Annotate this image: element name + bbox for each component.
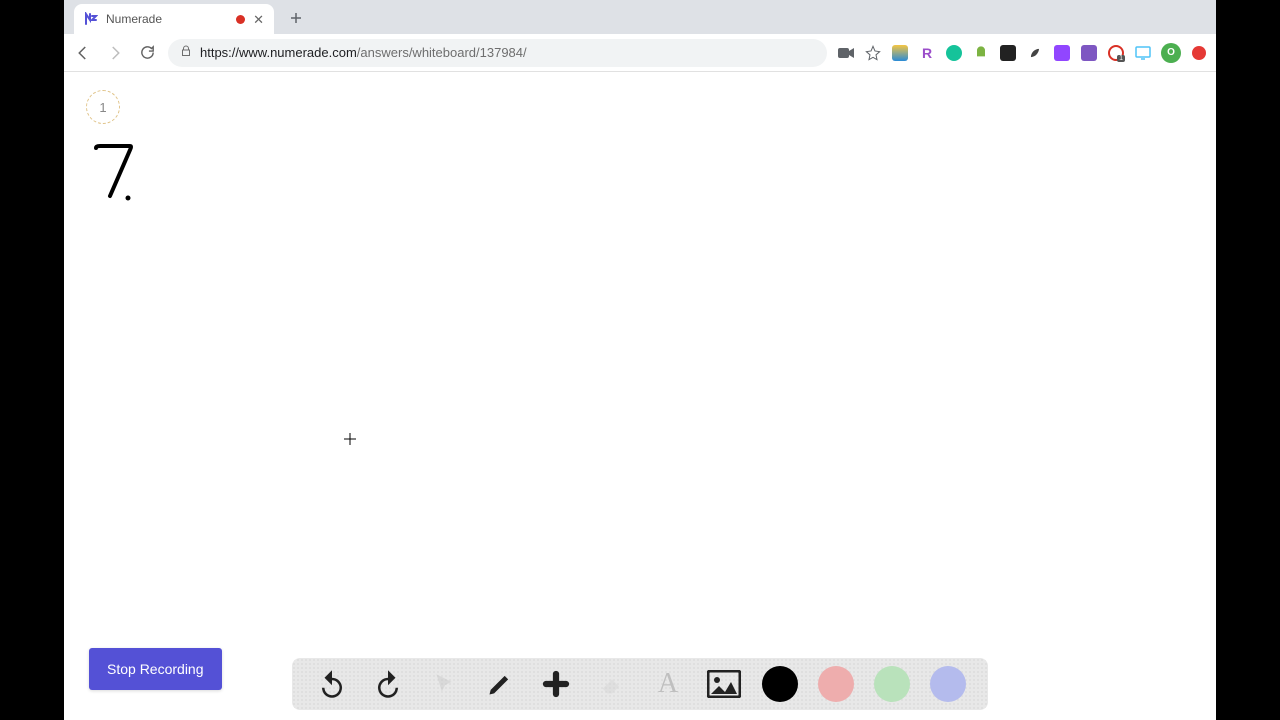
extension-r-icon[interactable]: R	[918, 44, 936, 62]
redo-button[interactable]	[370, 666, 406, 702]
undo-button[interactable]	[314, 666, 350, 702]
extension-1-icon[interactable]	[891, 44, 909, 62]
tab-strip: Numerade ✕	[64, 0, 1216, 34]
extension-purple-icon[interactable]	[1080, 44, 1098, 62]
page-number-badge[interactable]: 1	[86, 90, 120, 124]
lock-icon	[180, 45, 192, 60]
extension-grammarly-icon[interactable]	[945, 44, 963, 62]
whiteboard-canvas[interactable]: 1 Stop Recording	[64, 72, 1216, 720]
extension-shield-icon[interactable]: 1	[1107, 44, 1125, 62]
color-red[interactable]	[818, 666, 854, 702]
color-blue[interactable]	[930, 666, 966, 702]
recording-indicator-icon	[236, 15, 245, 24]
bookmark-star-icon[interactable]	[864, 44, 882, 62]
add-tool[interactable]	[538, 666, 574, 702]
eraser-tool[interactable]	[594, 666, 630, 702]
url-host: https://www.numerade.com	[200, 45, 357, 60]
extension-android-icon[interactable]	[972, 44, 990, 62]
forward-button[interactable]	[104, 42, 126, 64]
color-black[interactable]	[762, 666, 798, 702]
stop-recording-label: Stop Recording	[107, 661, 204, 677]
numerade-favicon-icon	[84, 12, 98, 26]
reload-button[interactable]	[136, 42, 158, 64]
extension-rocket-icon[interactable]	[1026, 44, 1044, 62]
extension-monitor-icon[interactable]	[1134, 44, 1152, 62]
toolbar-actions: R 1 O	[837, 43, 1208, 63]
text-tool-icon: A	[658, 668, 678, 700]
profile-avatar[interactable]: O	[1161, 43, 1181, 63]
pen-tool[interactable]	[482, 666, 518, 702]
camera-icon[interactable]	[837, 44, 855, 62]
page-number: 1	[99, 100, 106, 115]
address-bar[interactable]: https://www.numerade.com/answers/whitebo…	[168, 39, 827, 67]
image-tool[interactable]	[706, 666, 742, 702]
stop-recording-button[interactable]: Stop Recording	[89, 648, 222, 690]
pointer-tool[interactable]	[426, 666, 462, 702]
browser-toolbar: https://www.numerade.com/answers/whitebo…	[64, 34, 1216, 72]
handwriting-stroke	[90, 140, 150, 215]
url-path: /answers/whiteboard/137984/	[357, 45, 527, 60]
tab-title: Numerade	[106, 12, 228, 26]
color-green[interactable]	[874, 666, 910, 702]
close-tab-icon[interactable]: ✕	[253, 13, 264, 26]
browser-tab[interactable]: Numerade ✕	[74, 4, 274, 34]
url-text: https://www.numerade.com/answers/whitebo…	[200, 45, 527, 60]
extension-red-dot-icon[interactable]	[1190, 44, 1208, 62]
tool-tray: A	[292, 658, 988, 710]
back-button[interactable]	[72, 42, 94, 64]
crosshair-cursor-icon	[344, 432, 356, 448]
new-tab-button[interactable]	[282, 4, 310, 32]
extension-twitch-icon[interactable]	[1053, 44, 1071, 62]
text-tool[interactable]: A	[650, 666, 686, 702]
browser-window: Numerade ✕ https://www.numerade.com/answ…	[64, 0, 1216, 720]
extension-dark-icon[interactable]	[999, 44, 1017, 62]
